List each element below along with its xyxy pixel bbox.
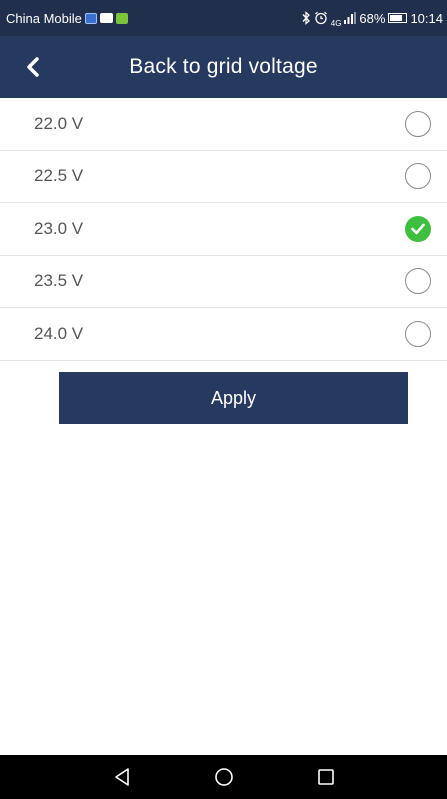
- status-left: China Mobile: [6, 11, 128, 26]
- back-button[interactable]: [20, 54, 46, 80]
- voltage-option-label: 23.0 V: [34, 218, 84, 238]
- battery-icon: [388, 13, 408, 23]
- app-notification-icon-2: [115, 12, 128, 24]
- voltage-option-list: 22.0 V 22.5 V 23.0 V 23.5 V 24.0 V: [0, 98, 447, 361]
- voltage-option-label: 23.5 V: [34, 271, 84, 291]
- clock: 10:14: [410, 10, 443, 26]
- chevron-left-icon: [27, 57, 39, 77]
- signal-icon: [344, 12, 357, 24]
- radio-unchecked-icon[interactable]: [405, 268, 431, 295]
- app-header: Back to grid voltage: [0, 36, 447, 98]
- voltage-option-24-0[interactable]: 24.0 V: [0, 308, 447, 361]
- network-type-label: 4G: [330, 18, 342, 28]
- voltage-option-label: 22.0 V: [34, 113, 84, 133]
- nav-recents-button[interactable]: [309, 760, 343, 794]
- voltage-option-23-0[interactable]: 23.0 V: [0, 203, 447, 256]
- nav-home-button[interactable]: [207, 760, 241, 794]
- nav-back-button[interactable]: [105, 760, 139, 794]
- voltage-option-label: 22.5 V: [34, 166, 84, 186]
- voltage-option-label: 24.0 V: [34, 323, 84, 343]
- app-notification-icon: [84, 12, 97, 24]
- page-title: Back to grid voltage: [129, 55, 318, 78]
- radio-checked-icon[interactable]: [405, 215, 431, 242]
- square-recents-icon: [317, 769, 334, 785]
- voltage-option-22-0[interactable]: 22.0 V: [0, 98, 447, 151]
- mail-icon: [99, 13, 113, 23]
- carrier-name: China Mobile: [6, 10, 82, 26]
- battery-percent: 68%: [359, 10, 386, 26]
- radio-unchecked-icon[interactable]: [405, 163, 431, 190]
- voltage-option-22-5[interactable]: 22.5 V: [0, 151, 447, 203]
- checkmark-icon: [411, 223, 425, 235]
- apply-button[interactable]: Apply: [59, 372, 408, 424]
- system-nav-bar: [0, 755, 447, 799]
- radio-unchecked-icon[interactable]: [405, 110, 431, 137]
- status-right: 4G 68% 10:14: [301, 9, 443, 28]
- bluetooth-icon: [302, 11, 310, 25]
- triangle-back-icon: [114, 768, 129, 786]
- status-bar: China Mobile 4G 68% 10:14: [0, 0, 447, 36]
- circle-home-icon: [214, 768, 233, 786]
- alarm-icon: [314, 11, 327, 25]
- radio-unchecked-icon[interactable]: [405, 320, 431, 347]
- voltage-option-23-5[interactable]: 23.5 V: [0, 256, 447, 308]
